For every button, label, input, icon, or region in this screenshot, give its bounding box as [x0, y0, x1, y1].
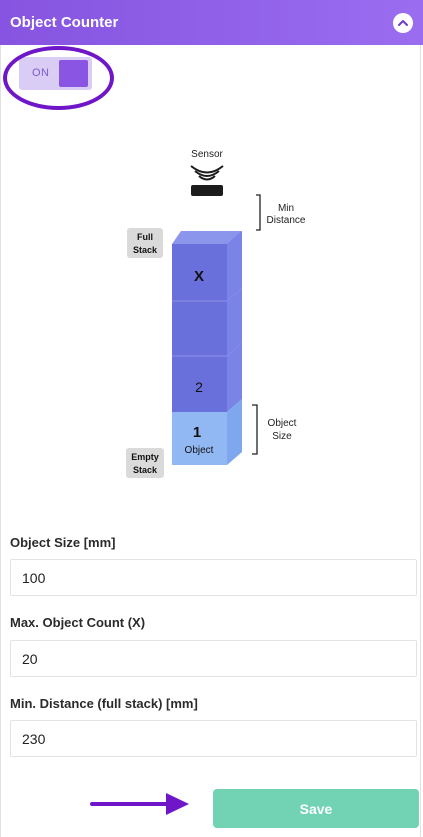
object-size-label-2: Size — [272, 431, 292, 442]
save-button[interactable]: Save — [213, 789, 419, 828]
object-size-label: Object Size [mm] — [10, 535, 116, 550]
toggle-label: ON — [32, 67, 50, 79]
object-size-label-1: Object — [268, 418, 297, 429]
min-distance-input[interactable] — [10, 720, 417, 757]
sensor-label: Sensor — [191, 149, 223, 160]
box-2-label: 2 — [195, 379, 203, 395]
min-distance-label-2: Distance — [267, 215, 306, 226]
box-1-label: 1 — [193, 424, 201, 441]
on-off-toggle[interactable]: ON — [19, 57, 92, 90]
min-distance-field-label: Min. Distance (full stack) [mm] — [10, 696, 198, 711]
box-1-caption: Object — [185, 445, 214, 456]
empty-stack-label-2: Stack — [133, 465, 158, 475]
panel-title: Object Counter — [10, 14, 119, 31]
panel-header: Object Counter — [0, 0, 423, 45]
sensor-icon — [190, 165, 224, 196]
max-object-count-label: Max. Object Count (X) — [10, 615, 146, 630]
stack-box-x: X — [172, 231, 242, 301]
object-size-input[interactable] — [10, 559, 417, 596]
stack-diagram: Sensor Min Distance Full Stack X 2 1 Obj… — [126, 149, 306, 478]
min-distance-label-1: Min — [278, 203, 294, 214]
full-stack-label-2: Stack — [133, 245, 158, 255]
chevron-up-icon — [398, 19, 408, 26]
min-distance-bracket — [256, 194, 261, 231]
empty-stack-label-1: Empty — [131, 452, 159, 462]
toggle-knob[interactable] — [59, 60, 88, 87]
max-object-count-input[interactable] — [10, 640, 417, 677]
pointer-arrow-icon — [90, 793, 189, 815]
full-stack-label-1: Full — [137, 232, 153, 242]
collapse-button[interactable] — [393, 12, 413, 33]
box-x-label: X — [194, 268, 204, 285]
object-size-bracket — [252, 404, 258, 455]
